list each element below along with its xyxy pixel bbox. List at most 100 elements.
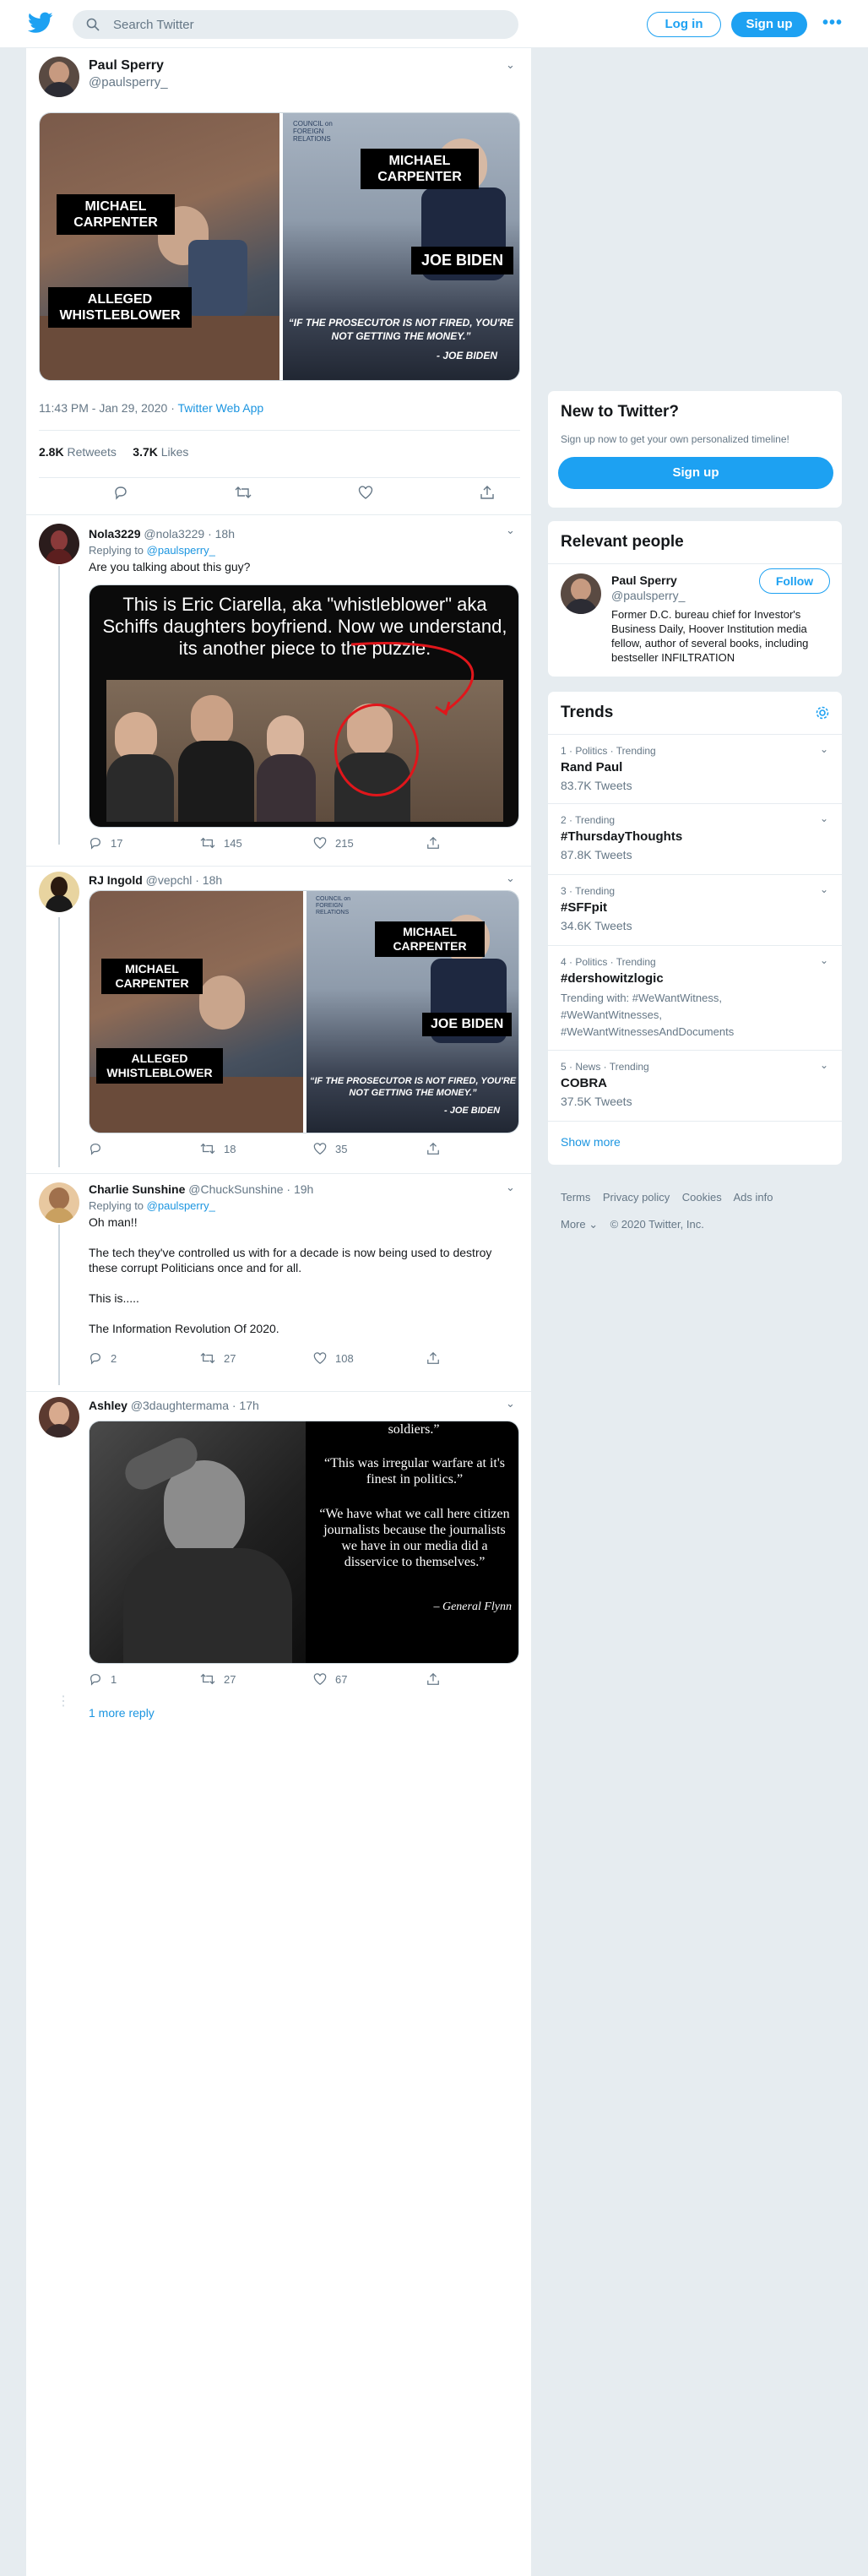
- person-name[interactable]: Paul Sperry: [611, 573, 677, 587]
- image-label: MICHAEL CARPENTER: [361, 149, 479, 189]
- top-bar: Search Twitter Log in Sign up •••: [0, 0, 868, 48]
- trend-item[interactable]: 4 · Politics · Trending #dershowitzlogic…: [548, 945, 842, 1050]
- footer-link-privacy[interactable]: Privacy policy: [603, 1191, 670, 1204]
- avatar[interactable]: [39, 1397, 79, 1437]
- like-icon[interactable]: 108: [313, 1351, 354, 1365]
- reply-icon[interactable]: 17: [89, 836, 122, 850]
- reply-icon[interactable]: [113, 485, 128, 500]
- reply-author[interactable]: Charlie Sunshine @ChuckSunshine · 19h: [89, 1182, 313, 1196]
- gear-icon[interactable]: [815, 705, 830, 720]
- retweet-icon[interactable]: 18: [200, 1142, 236, 1155]
- reply-tweet[interactable]: RJ Ingold @vepchl · 18h ⌄ MICHAEL CARPEN…: [26, 866, 531, 1170]
- share-icon[interactable]: [426, 1142, 440, 1155]
- more-replies-link[interactable]: 1 more reply: [89, 1706, 155, 1720]
- like-icon[interactable]: 35: [313, 1142, 347, 1155]
- trend-name: #dershowitzlogic: [561, 971, 664, 986]
- reply-tweet[interactable]: Ashley @3daughtermama · 17h ⌄ soldiers.”…: [26, 1391, 531, 1734]
- image-quote: “IF THE PROSECUTOR IS NOT FIRED, YOU'RE …: [288, 317, 514, 342]
- chevron-down-icon[interactable]: ⌄: [506, 872, 515, 885]
- chevron-down-icon[interactable]: ⌄: [506, 524, 515, 537]
- divider: [39, 430, 520, 431]
- share-icon[interactable]: [426, 1351, 440, 1365]
- share-icon[interactable]: [426, 836, 440, 850]
- avatar[interactable]: [39, 1182, 79, 1223]
- chevron-down-icon[interactable]: ⌄: [820, 743, 828, 755]
- image-quote: soldiers.”: [388, 1422, 440, 1437]
- trend-count: 34.6K Tweets: [561, 919, 632, 932]
- reply-image[interactable]: MICHAEL CARPENTER ALLEGED WHISTLEBLOWER …: [89, 890, 519, 1133]
- trend-item[interactable]: 3 · Trending #SFFpit 34.6K Tweets ⌄: [548, 874, 842, 945]
- trend-item[interactable]: 2 · Trending #ThursdayThoughts 87.8K Twe…: [548, 803, 842, 874]
- retweets-stat[interactable]: 2.8K Retweets: [39, 445, 117, 459]
- reply-icon[interactable]: 1: [89, 1672, 117, 1686]
- retweet-icon[interactable]: 27: [200, 1351, 236, 1365]
- avatar[interactable]: [39, 872, 79, 912]
- avatar[interactable]: [39, 524, 79, 564]
- signup-card: New to Twitter? Sign up now to get your …: [547, 390, 843, 508]
- twitter-logo-icon[interactable]: [28, 12, 53, 34]
- likes-stat[interactable]: 3.7K Likes: [133, 445, 188, 459]
- reply-tweet[interactable]: Nola3229 @nola3229 · 18h ⌄ Replying to @…: [26, 514, 531, 850]
- tweet-time[interactable]: 11:43 PM - Jan 29, 2020: [39, 401, 167, 415]
- chevron-down-icon[interactable]: ⌄: [506, 1181, 515, 1194]
- reply-author[interactable]: Ashley @3daughtermama · 17h: [89, 1399, 259, 1412]
- red-arrow-icon: [350, 641, 474, 716]
- relevant-people-card: Relevant people Paul Sperry @paulsperry_…: [547, 520, 843, 677]
- chevron-down-icon[interactable]: ⌄: [820, 812, 828, 824]
- footer-link-cookies[interactable]: Cookies: [682, 1191, 722, 1204]
- avatar[interactable]: [39, 57, 79, 97]
- retweet-icon[interactable]: 27: [200, 1672, 236, 1686]
- tweet-image[interactable]: MICHAEL CARPENTER ALLEGED WHISTLEBLOWER …: [39, 112, 520, 381]
- image-label: MICHAEL CARPENTER: [375, 921, 485, 957]
- login-button[interactable]: Log in: [647, 12, 721, 37]
- tweet-source-link[interactable]: Twitter Web App: [178, 401, 264, 415]
- trends-title: Trends: [561, 704, 614, 721]
- reply-text: The tech they've controlled us with for …: [89, 1246, 492, 1274]
- trend-item[interactable]: 1 · Politics · Trending Rand Paul 83.7K …: [548, 734, 842, 803]
- trend-item[interactable]: 5 · News · Trending COBRA 37.5K Tweets ⌄: [548, 1050, 842, 1121]
- share-icon[interactable]: [426, 1672, 440, 1686]
- retweet-icon[interactable]: 145: [200, 836, 242, 850]
- like-icon[interactable]: [358, 485, 373, 500]
- person-bio: Former D.C. bureau chief for Investor's …: [611, 608, 809, 664]
- chevron-down-icon[interactable]: ⌄: [506, 1397, 515, 1410]
- chevron-down-icon[interactable]: ⌄: [820, 954, 828, 966]
- trend-count: Trending with: #WeWantWitness, #WeWantWi…: [561, 992, 735, 1038]
- image-quote-attr: - JOE BIDEN: [444, 1106, 501, 1116]
- image-label: MICHAEL CARPENTER: [101, 959, 203, 994]
- footer-more-menu[interactable]: More ⌄: [561, 1218, 598, 1231]
- share-icon[interactable]: [480, 485, 495, 500]
- show-more-link[interactable]: Show more: [561, 1135, 621, 1149]
- like-icon[interactable]: 67: [313, 1672, 347, 1686]
- author-handle[interactable]: @paulsperry_: [89, 75, 168, 90]
- search-input[interactable]: Search Twitter: [73, 10, 518, 39]
- signup-card-subtitle: Sign up now to get your own personalized…: [561, 433, 789, 445]
- reply-author[interactable]: Nola3229 @nola3229 · 18h: [89, 527, 235, 541]
- image-quote-attr: – General Flynn: [433, 1600, 512, 1613]
- reply-tweet[interactable]: Charlie Sunshine @ChuckSunshine · 19h ⌄ …: [26, 1173, 531, 1389]
- chevron-down-icon[interactable]: ⌄: [506, 58, 515, 72]
- footer-link-terms[interactable]: Terms: [561, 1191, 590, 1204]
- retweet-icon[interactable]: [235, 485, 252, 500]
- person-handle[interactable]: @paulsperry_: [611, 589, 685, 602]
- search-icon: [86, 18, 100, 31]
- signup-button[interactable]: Sign up: [731, 12, 807, 37]
- reply-author[interactable]: RJ Ingold @vepchl · 18h: [89, 873, 222, 887]
- footer-link-ads[interactable]: Ads info: [733, 1191, 773, 1204]
- replying-to: Replying to @paulsperry_: [89, 1199, 215, 1212]
- chevron-down-icon[interactable]: ⌄: [820, 1059, 828, 1071]
- sidebar-signup-button[interactable]: Sign up: [558, 457, 833, 489]
- reply-actions: 17 145 215: [89, 836, 519, 856]
- avatar[interactable]: [561, 573, 601, 614]
- replying-to-link[interactable]: @paulsperry_: [147, 1199, 215, 1212]
- chevron-down-icon[interactable]: ⌄: [820, 883, 828, 895]
- like-icon[interactable]: 215: [313, 836, 354, 850]
- reply-icon[interactable]: [89, 1142, 111, 1155]
- reply-icon[interactable]: 2: [89, 1351, 117, 1365]
- reply-image[interactable]: This is Eric Ciarella, aka "whistleblowe…: [89, 584, 519, 828]
- reply-image[interactable]: soldiers.” “This was irregular warfare a…: [89, 1421, 519, 1664]
- author-name[interactable]: Paul Sperry: [89, 58, 164, 73]
- follow-button[interactable]: Follow: [759, 568, 830, 594]
- more-menu-icon[interactable]: •••: [822, 14, 843, 33]
- replying-to-link[interactable]: @paulsperry_: [147, 544, 215, 557]
